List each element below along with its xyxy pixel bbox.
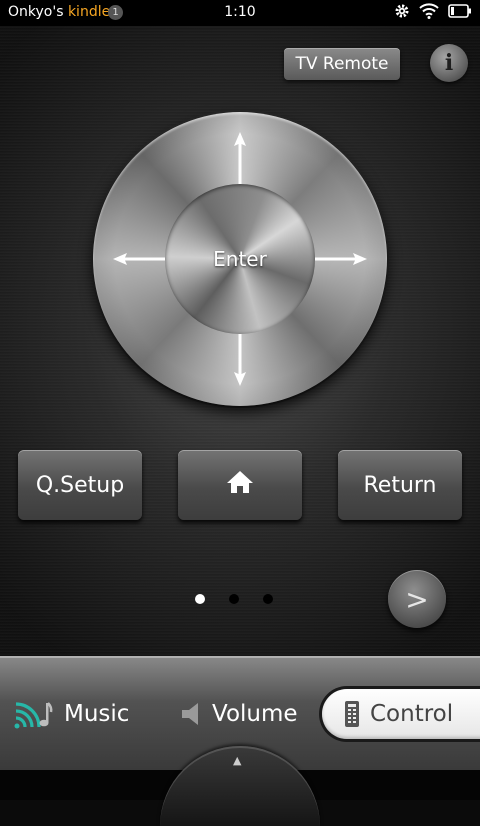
home-icon xyxy=(226,470,254,500)
info-icon: i xyxy=(444,50,454,76)
enter-label: Enter xyxy=(213,247,267,271)
battery-icon xyxy=(448,4,472,22)
settings-gear-icon[interactable] xyxy=(394,3,410,23)
tv-remote-button[interactable]: TV Remote xyxy=(284,48,400,80)
right-arrow-icon[interactable] xyxy=(315,250,367,272)
tab-control-label: Control xyxy=(370,701,454,727)
tab-music[interactable]: Music xyxy=(14,694,129,734)
page-dot-1 xyxy=(195,594,205,604)
music-wifi-icon xyxy=(14,699,54,729)
qsetup-button[interactable]: Q.Setup xyxy=(18,450,142,520)
status-bar: Onkyo's kindle 1 1:10 xyxy=(0,0,480,26)
left-arrow-icon[interactable] xyxy=(113,250,165,272)
home-button[interactable] xyxy=(178,450,302,520)
info-button[interactable]: i xyxy=(430,44,468,82)
chevron-up-icon: ▲ xyxy=(233,754,242,767)
page-dot-3 xyxy=(263,594,273,604)
up-arrow-icon[interactable] xyxy=(229,132,251,190)
remote-icon xyxy=(344,700,360,728)
tab-control[interactable]: Control xyxy=(322,689,480,739)
tab-music-label: Music xyxy=(64,701,130,727)
dpad[interactable]: Enter xyxy=(93,112,387,406)
tab-volume[interactable]: Volume xyxy=(180,694,298,734)
tab-volume-label: Volume xyxy=(212,701,298,727)
page-indicator xyxy=(195,594,273,604)
down-arrow-icon[interactable] xyxy=(229,332,251,390)
status-icons xyxy=(394,3,472,23)
page-dot-2 xyxy=(229,594,239,604)
wifi-icon xyxy=(419,3,439,23)
chevron-right-icon: > xyxy=(405,582,429,616)
next-page-button[interactable]: > xyxy=(388,570,446,628)
enter-button[interactable]: Enter xyxy=(165,184,315,334)
speaker-icon xyxy=(180,702,202,726)
return-button[interactable]: Return xyxy=(338,450,462,520)
